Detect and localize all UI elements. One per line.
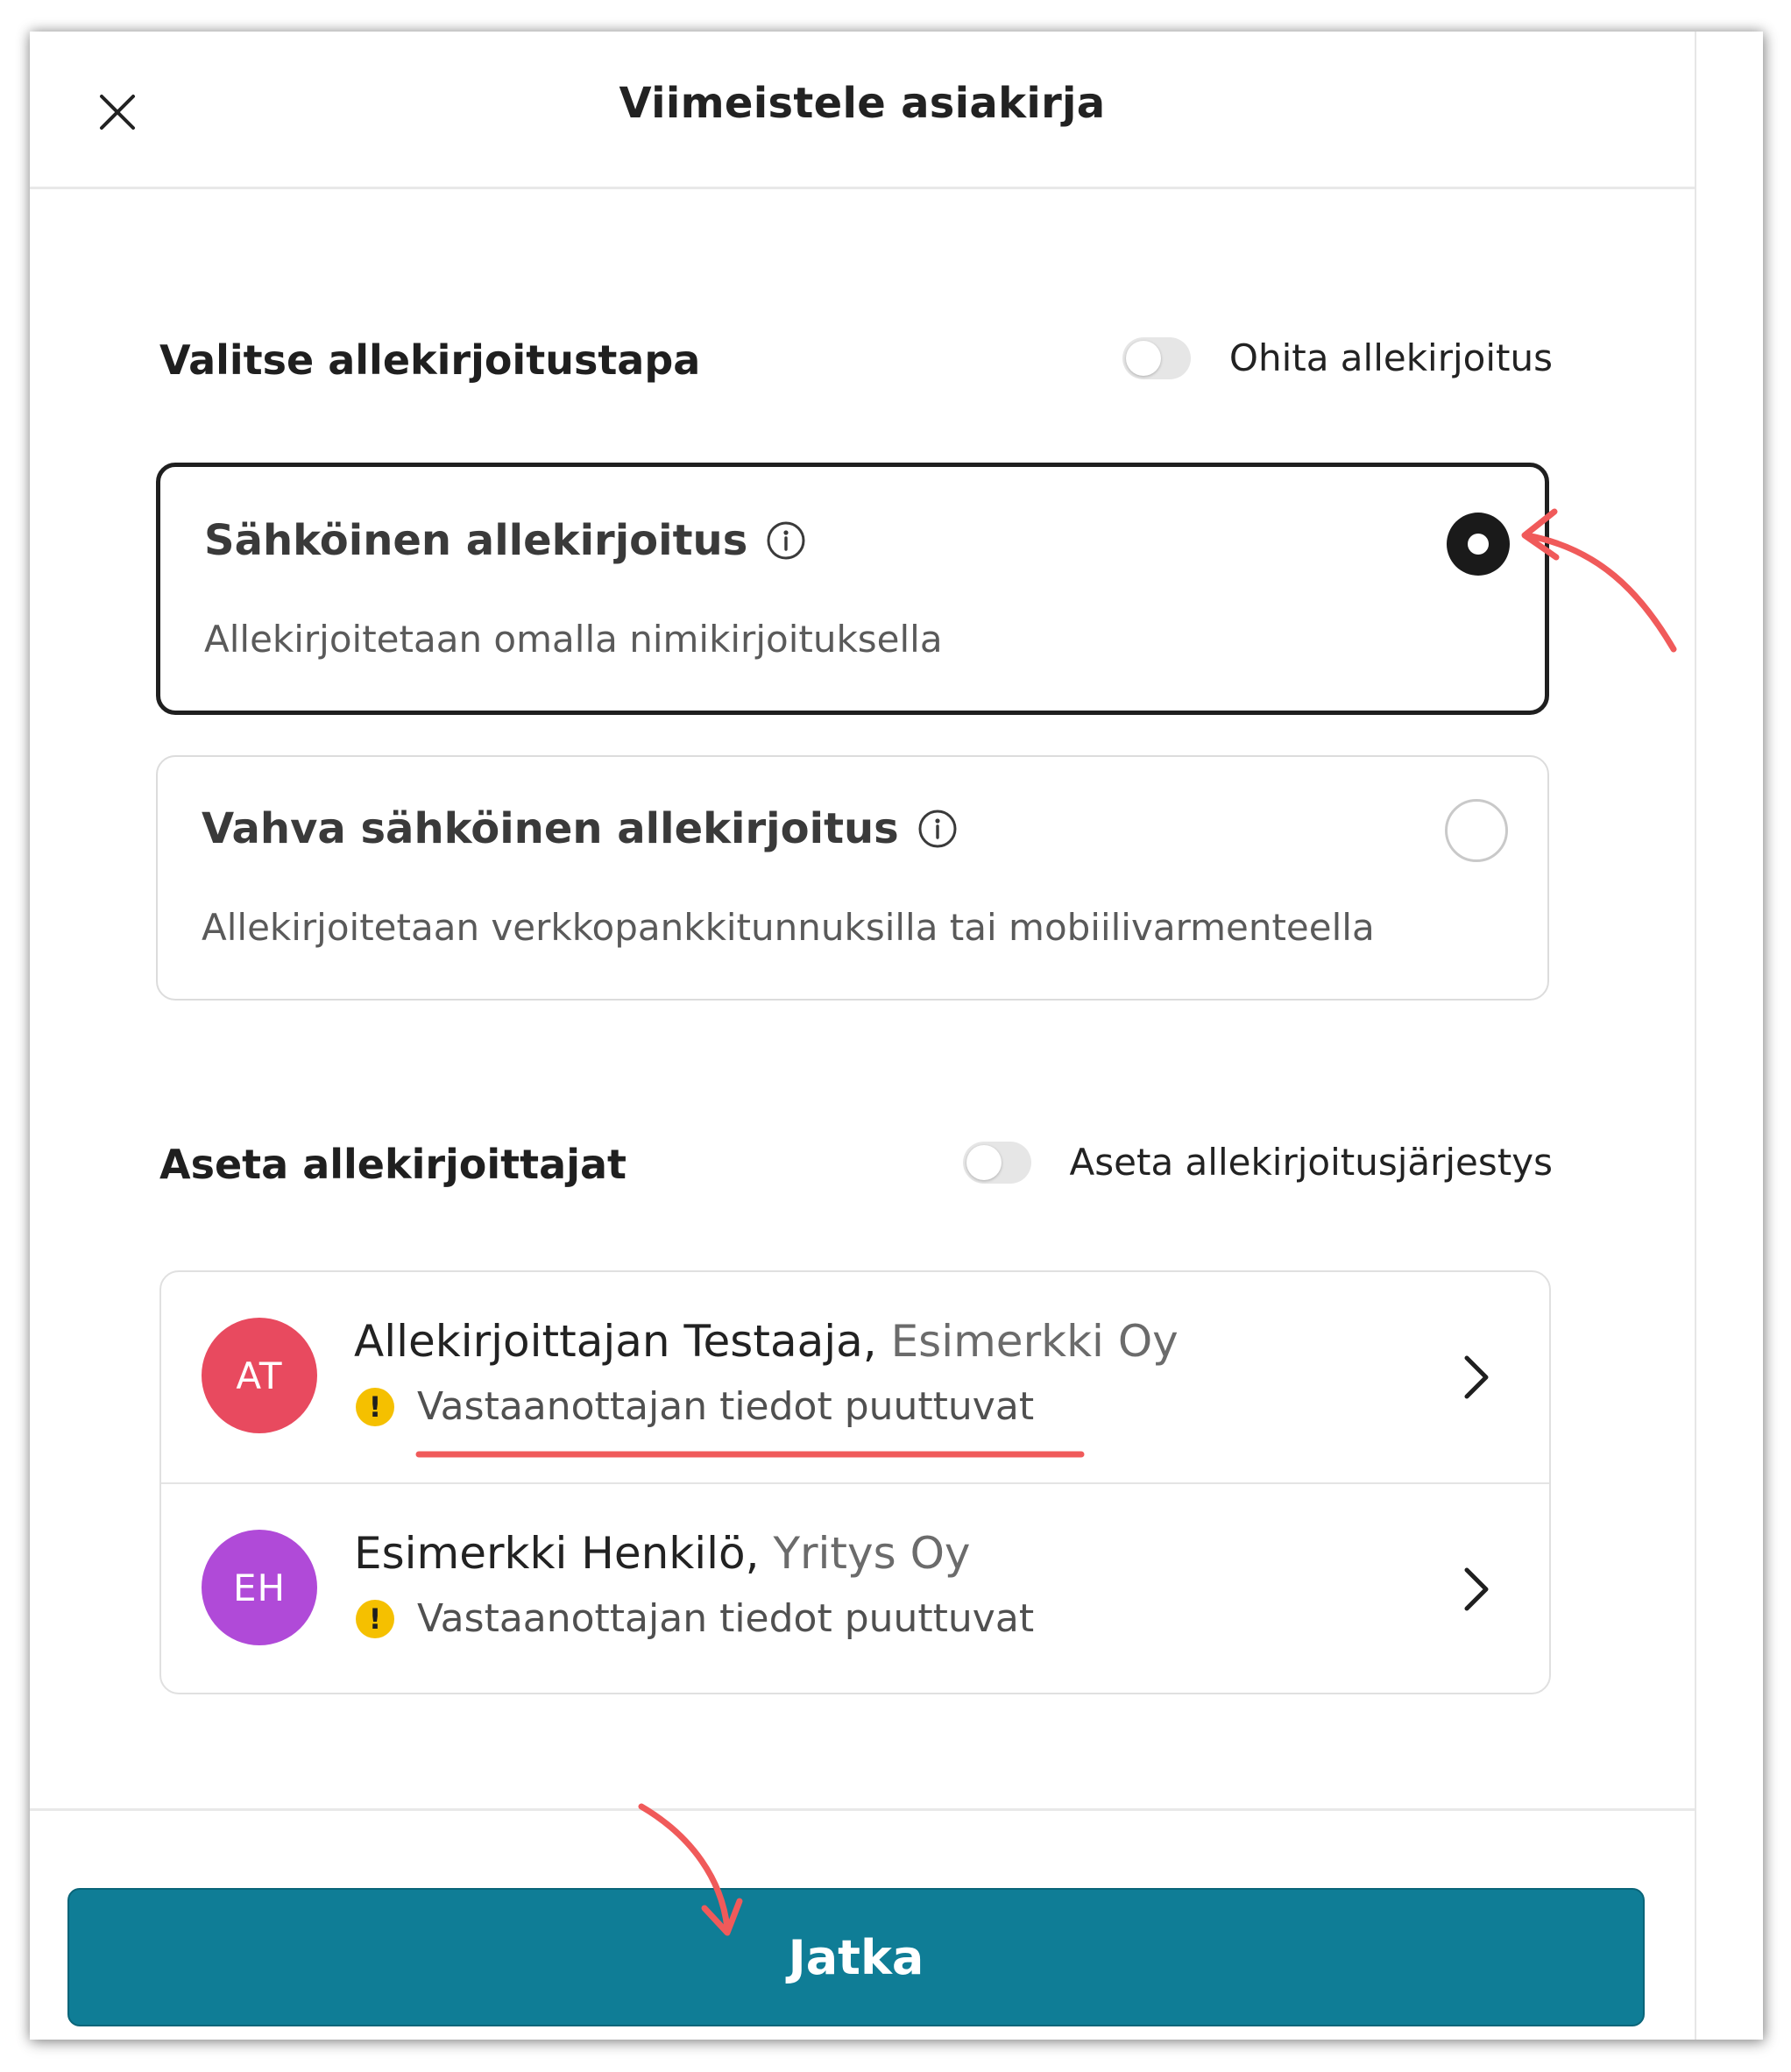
warning-line: ! Vastaanottajan tiedot puuttuvat <box>356 1384 1034 1429</box>
avatar: EH <box>202 1530 317 1645</box>
signers-title: Aseta allekirjoittajat <box>159 1141 626 1188</box>
signer-company: Esimerkki Oy <box>890 1316 1179 1367</box>
dialog-header: Viimeistele asiakirja <box>30 32 1695 189</box>
chevron-right-icon <box>1464 1355 1489 1399</box>
continue-button[interactable]: Jatka <box>67 1888 1645 2026</box>
finalize-document-dialog: Viimeistele asiakirja Valitse allekirjoi… <box>30 32 1696 2040</box>
chevron-right-icon <box>1464 1567 1489 1611</box>
option-electronic-signature[interactable]: Sähköinen allekirjoitus Allekirjoitetaan… <box>156 463 1549 715</box>
dialog-footer: Jatka <box>30 1808 1695 2040</box>
toggle-switch[interactable] <box>962 1141 1031 1184</box>
option-strong-electronic-signature[interactable]: Vahva sähköinen allekirjoitus Allekirjoi… <box>156 755 1549 1001</box>
info-icon[interactable] <box>917 808 959 850</box>
dialog-title: Viimeistele asiakirja <box>619 79 1106 128</box>
signers-list: AT Allekirjoittajan Testaaja, Esimerkki … <box>159 1270 1551 1694</box>
signer-row[interactable]: AT Allekirjoittajan Testaaja, Esimerkki … <box>161 1272 1549 1484</box>
screenshot-frame: Viimeistele asiakirja Valitse allekirjoi… <box>30 32 1763 2040</box>
warning-text: Vastaanottajan tiedot puuttuvat <box>417 1596 1035 1641</box>
toggle-switch[interactable] <box>1122 336 1191 379</box>
warning-icon: ! <box>356 1387 394 1426</box>
option-description: Allekirjoitetaan verkkopankkitunnuksilla… <box>202 906 1375 949</box>
avatar: AT <box>202 1318 317 1433</box>
info-icon[interactable] <box>765 520 807 562</box>
signing-order-toggle[interactable]: Aseta allekirjoitusjärjestys <box>962 1141 1553 1184</box>
option-description: Allekirjoitetaan omalla nimikirjoituksel… <box>204 618 943 661</box>
signer-company: Yritys Oy <box>773 1528 971 1579</box>
skip-signature-label: Ohita allekirjoitus <box>1228 336 1553 379</box>
warning-icon: ! <box>356 1599 394 1638</box>
skip-signature-toggle[interactable]: Ohita allekirjoitus <box>1122 336 1553 379</box>
option-title: Sähköinen allekirjoitus <box>204 516 807 565</box>
signer-row[interactable]: EH Esimerkki Henkilö, Yritys Oy ! Vastaa… <box>161 1484 1549 1693</box>
signature-method-title: Valitse allekirjoitustapa <box>159 336 701 384</box>
signing-order-label: Aseta allekirjoitusjärjestys <box>1069 1141 1553 1184</box>
radio-unselected[interactable] <box>1445 799 1508 862</box>
warning-text: Vastaanottajan tiedot puuttuvat <box>417 1384 1035 1429</box>
signer-name: Esimerkki Henkilö, Yritys Oy <box>354 1528 971 1579</box>
option-title: Vahva sähköinen allekirjoitus <box>202 804 959 853</box>
warning-line: ! Vastaanottajan tiedot puuttuvat <box>356 1596 1034 1641</box>
radio-selected[interactable] <box>1447 513 1510 576</box>
signer-name: Allekirjoittajan Testaaja, Esimerkki Oy <box>354 1316 1179 1367</box>
